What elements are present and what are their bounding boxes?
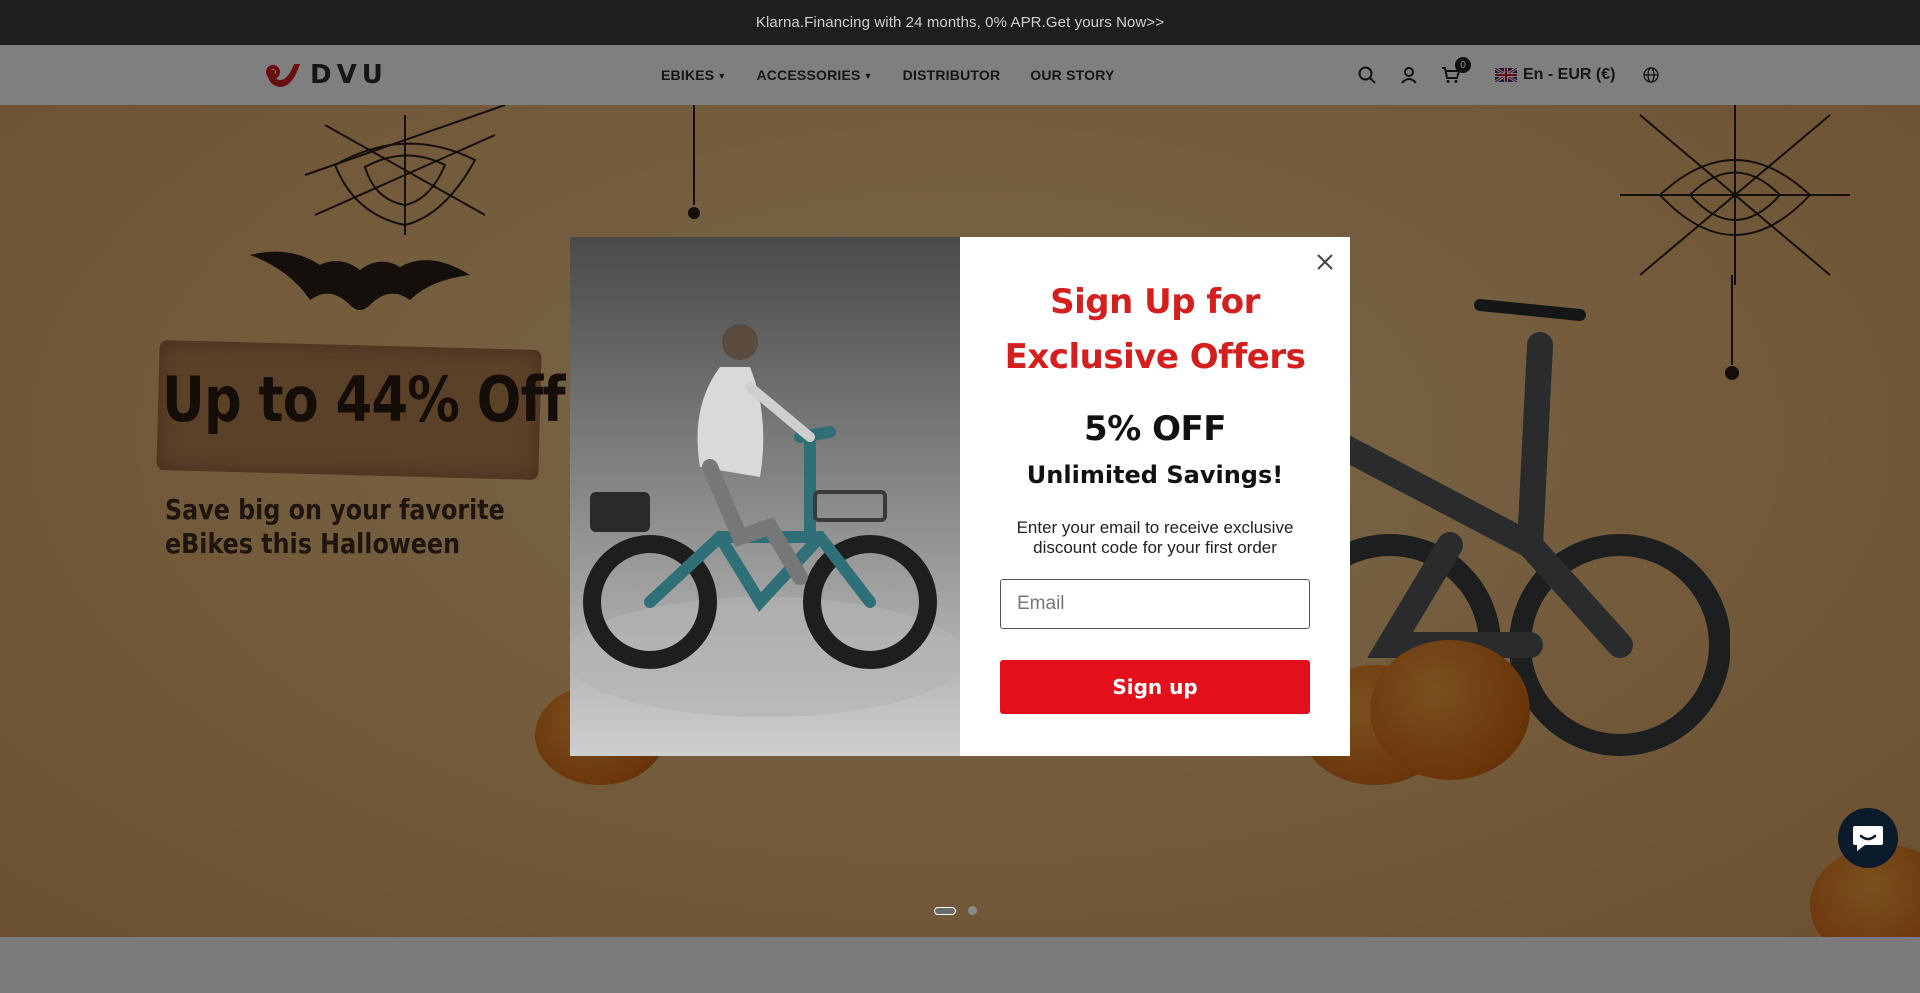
signup-modal: Sign Up for Exclusive Offers 5% OFF Unli… bbox=[570, 237, 1350, 756]
email-field[interactable] bbox=[1000, 579, 1310, 629]
announcement-text[interactable]: Klarna.Financing with 24 months, 0% APR.… bbox=[756, 14, 1164, 31]
modal-rider-image bbox=[570, 237, 960, 756]
rider-ebike-photo-icon bbox=[570, 324, 960, 717]
modal-title: Sign Up for Exclusive Offers bbox=[960, 275, 1350, 385]
close-icon bbox=[1317, 254, 1333, 270]
carousel-pagination bbox=[934, 906, 977, 915]
close-button[interactable] bbox=[1310, 247, 1340, 277]
modal-title-line-2: Exclusive Offers bbox=[1004, 337, 1306, 377]
chat-widget-button[interactable] bbox=[1838, 808, 1898, 868]
modal-title-line-1: Sign Up for bbox=[1050, 282, 1260, 322]
chat-bubble-icon bbox=[1853, 826, 1883, 851]
discount-text: 5% OFF bbox=[1084, 409, 1226, 449]
modal-content: Sign Up for Exclusive Offers 5% OFF Unli… bbox=[960, 237, 1350, 756]
announcement-bar[interactable]: Klarna.Financing with 24 months, 0% APR.… bbox=[0, 0, 1920, 45]
modal-description: Enter your email to receive exclusive di… bbox=[1016, 518, 1294, 557]
sign-up-button[interactable]: Sign up bbox=[1000, 660, 1310, 714]
carousel-dot-active[interactable] bbox=[934, 906, 956, 915]
savings-text: Unlimited Savings! bbox=[1026, 461, 1284, 489]
carousel-dot[interactable] bbox=[968, 906, 977, 915]
